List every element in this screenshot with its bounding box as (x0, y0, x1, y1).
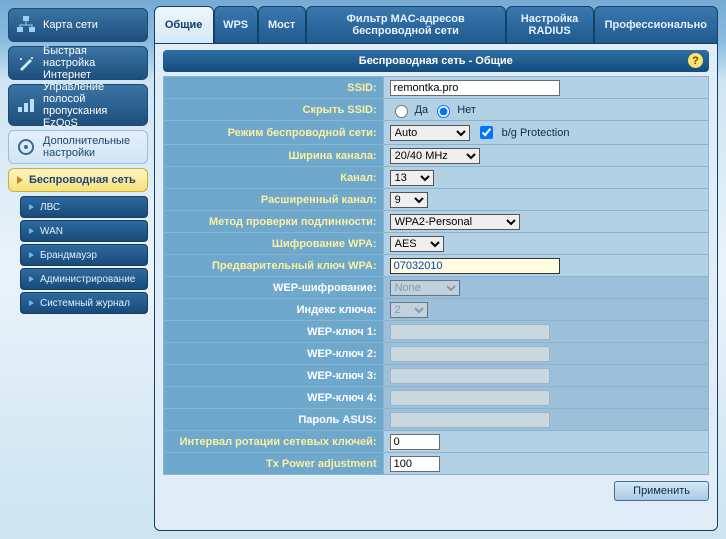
help-icon[interactable]: ? (688, 53, 703, 68)
apply-button[interactable]: Применить (614, 481, 709, 501)
main-content: Общие WPS Мост Фильтр MAC-адресов беспро… (148, 0, 726, 539)
tab-professional[interactable]: Профессионально (594, 6, 718, 43)
wep2-input (390, 346, 550, 362)
panel-title: Беспроводная сеть - Общие (359, 55, 513, 67)
label-asus-pass: Пароль ASUS: (163, 409, 383, 431)
label-hide-ssid: Скрыть SSID: (163, 99, 383, 121)
bandwidth-icon (15, 94, 37, 116)
ext-channel-select[interactable]: 9 (390, 192, 428, 208)
tab-general[interactable]: Общие (154, 6, 214, 43)
label-channel: Канал: (163, 167, 383, 189)
sidebar-item-label: Дополнительные настройки (43, 135, 141, 159)
encryption-select[interactable]: AES (390, 236, 444, 252)
settings-form: SSID: Скрыть SSID: Да Нет Режим беспрово… (163, 76, 709, 475)
rotation-input[interactable] (390, 434, 440, 450)
tab-bar: Общие WPS Мост Фильтр MAC-адресов беспро… (154, 6, 718, 43)
settings-panel: Беспроводная сеть - Общие ? SSID: Скрыть… (154, 43, 718, 531)
sidebar-sub-wan[interactable]: WAN (20, 220, 148, 242)
label-bandwidth: Ширина канала: (163, 145, 383, 167)
panel-title-bar: Беспроводная сеть - Общие ? (163, 50, 709, 72)
sidebar-item-advanced[interactable]: Дополнительные настройки (8, 130, 148, 164)
sidebar-sub-firewall[interactable]: Брандмауэр (20, 244, 148, 266)
label-wep: WEP-шифрование: (163, 277, 383, 299)
sidebar-item-network-map[interactable]: Карта сети (8, 8, 148, 42)
sidebar: Карта сети Быстрая настройка Интернет Уп… (0, 0, 148, 539)
tab-mac-filter[interactable]: Фильтр MAC-адресов беспроводной сети (306, 6, 506, 43)
sidebar-item-label: Беспроводная сеть (29, 174, 136, 186)
bg-protection-checkbox[interactable] (480, 126, 493, 139)
wizard-icon (15, 52, 37, 74)
wep4-input (390, 390, 550, 406)
label-wep4: WEP-ключ 4: (163, 387, 383, 409)
auth-select[interactable]: WPA2-Personal (390, 214, 520, 230)
asus-pass-input (390, 412, 550, 428)
wep3-input (390, 368, 550, 384)
sidebar-sub-admin[interactable]: Администрирование (20, 268, 148, 290)
hide-ssid-yes-radio[interactable] (395, 105, 408, 118)
label-encryption: Шифрование WPA: (163, 233, 383, 255)
label-ext-channel: Расширенный канал: (163, 189, 383, 211)
label-txpower: Tx Power adjustment (163, 453, 383, 475)
key-index-select: 2 (390, 302, 428, 318)
sidebar-item-ezqos[interactable]: Управление полосой пропускания EzQoS (8, 84, 148, 126)
label-mode: Режим беспроводной сети: (163, 121, 383, 145)
psk-input[interactable] (390, 258, 560, 274)
label-wep3: WEP-ключ 3: (163, 365, 383, 387)
label-ssid: SSID: (163, 77, 383, 99)
label-key-index: Индекс ключа: (163, 299, 383, 321)
settings-icon (15, 136, 37, 158)
mode-select[interactable]: Auto (390, 125, 470, 141)
txpower-input[interactable] (390, 456, 440, 472)
label-rotation: Интервал ротации сетевых ключей: (163, 431, 383, 453)
tab-radius[interactable]: Настройка RADIUS (506, 6, 594, 43)
tab-wps[interactable]: WPS (214, 6, 258, 43)
network-map-icon (15, 14, 37, 36)
label-auth: Метод проверки подлинности: (163, 211, 383, 233)
sidebar-item-label: Управление полосой пропускания EzQoS (43, 81, 141, 129)
hide-ssid-no-radio[interactable] (437, 105, 450, 118)
ssid-input[interactable] (390, 80, 560, 96)
sidebar-item-wireless[interactable]: Беспроводная сеть (8, 168, 148, 192)
sidebar-item-label: Быстрая настройка Интернет (43, 45, 141, 81)
label-wep2: WEP-ключ 2: (163, 343, 383, 365)
wep-select: None (390, 280, 460, 296)
sidebar-sub-syslog[interactable]: Системный журнал (20, 292, 148, 314)
sidebar-sub-lan[interactable]: ЛВС (20, 196, 148, 218)
label-wep1: WEP-ключ 1: (163, 321, 383, 343)
bandwidth-select[interactable]: 20/40 MHz (390, 148, 480, 164)
wep1-input (390, 324, 550, 340)
sidebar-item-quick-setup[interactable]: Быстрая настройка Интернет (8, 46, 148, 80)
tab-bridge[interactable]: Мост (258, 6, 306, 43)
label-psk: Предварительный ключ WPA: (163, 255, 383, 277)
channel-select[interactable]: 13 (390, 170, 434, 186)
sidebar-item-label: Карта сети (43, 19, 98, 31)
apply-row: Применить (163, 475, 709, 501)
